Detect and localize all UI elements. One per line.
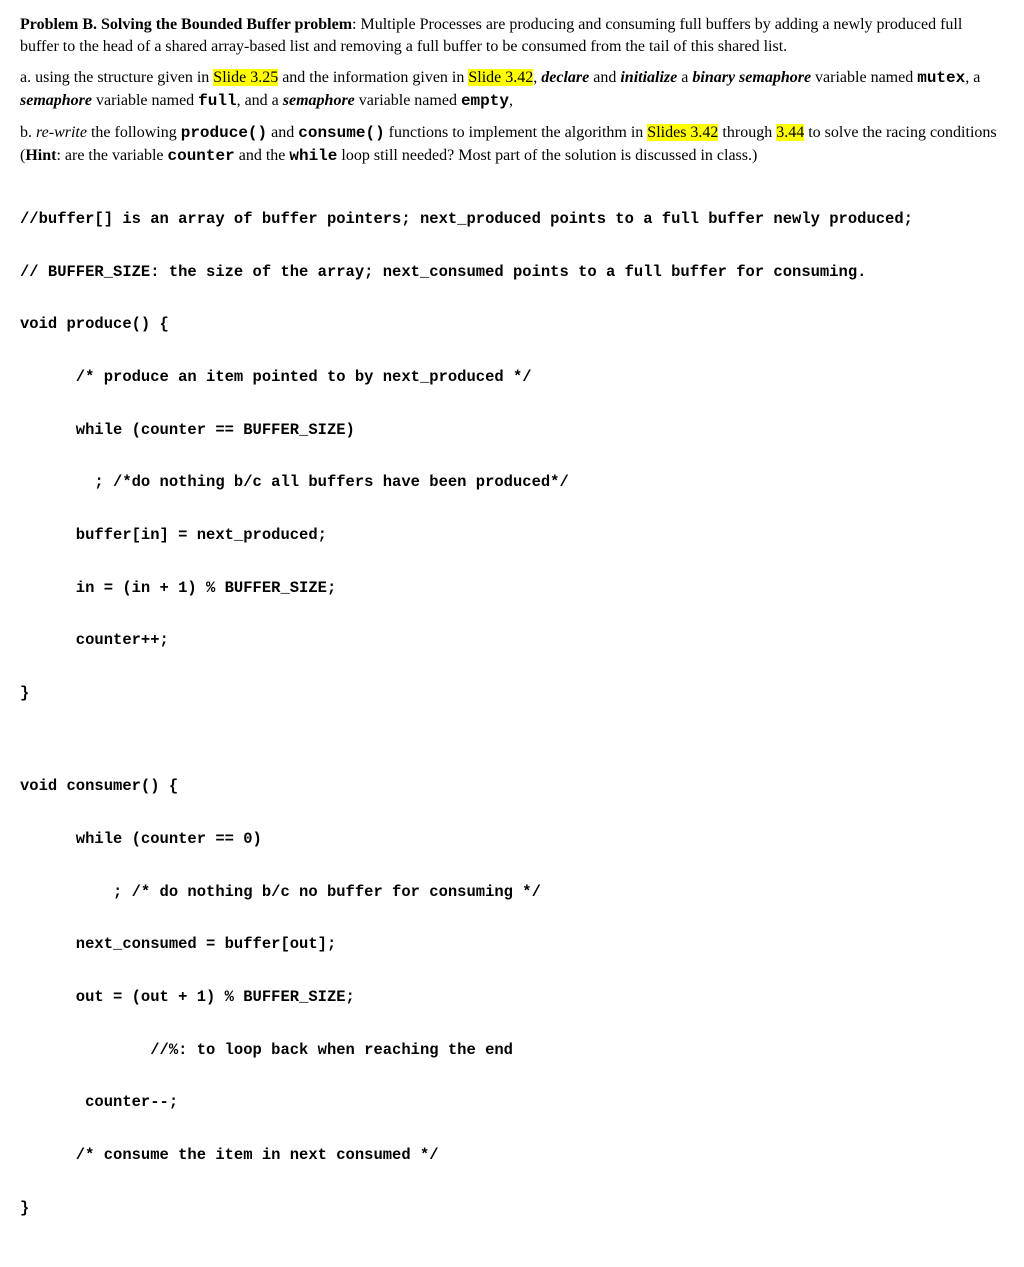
code-line: while (counter == 0) <box>20 826 1004 852</box>
text: functions to implement the algorithm in <box>385 124 648 141</box>
text: and the information given in <box>278 69 468 86</box>
code-line: //%: to loop back when reaching the end <box>20 1037 1004 1063</box>
kw-semaphore-2: semaphore <box>283 92 355 109</box>
kw-declare: declare <box>541 69 589 86</box>
text: variable named <box>811 69 917 86</box>
slide-ref-342b: Slides 3.42 <box>647 124 718 141</box>
text: , a <box>965 69 980 86</box>
text: variable named <box>355 92 461 109</box>
slide-ref-342: Slide 3.42 <box>468 69 533 86</box>
code-line: out = (out + 1) % BUFFER_SIZE; <box>20 984 1004 1010</box>
var-empty: empty <box>461 92 509 110</box>
code-line: void produce() { <box>20 311 1004 337</box>
code-line: counter--; <box>20 1089 1004 1115</box>
text: , <box>509 92 513 109</box>
kw-while: while <box>289 147 337 165</box>
text: loop still needed? Most part of the solu… <box>337 147 757 164</box>
text: and the <box>235 147 290 164</box>
code-line: } <box>20 1195 1004 1221</box>
text: a. using the structure given in <box>20 69 213 86</box>
slide-ref-325: Slide 3.25 <box>213 69 278 86</box>
kw-rewrite: re-write <box>36 124 87 141</box>
code-line: /* produce an item pointed to by next_pr… <box>20 364 1004 390</box>
code-line: while (counter == BUFFER_SIZE) <box>20 417 1004 443</box>
text: and <box>589 69 620 86</box>
code-line: ; /*do nothing b/c all buffers have been… <box>20 469 1004 495</box>
code-line: next_consumed = buffer[out]; <box>20 931 1004 957</box>
text: : are the variable <box>56 147 167 164</box>
kw-hint: Hint <box>25 147 56 164</box>
text: b. <box>20 124 36 141</box>
kw-semaphore-1: semaphore <box>20 92 92 109</box>
code-line: } <box>20 680 1004 706</box>
var-counter: counter <box>168 147 235 165</box>
code-line: void consumer() { <box>20 773 1004 799</box>
text: through <box>718 124 776 141</box>
part-a: a. using the structure given in Slide 3.… <box>20 67 1004 112</box>
kw-initialize: initialize <box>620 69 677 86</box>
text: a <box>677 69 692 86</box>
fn-consume: consume() <box>298 124 384 142</box>
var-full: full <box>198 92 236 110</box>
code-line: /* consume the item in next consumed */ <box>20 1142 1004 1168</box>
slide-ref-344: 3.44 <box>776 124 804 141</box>
code-line: in = (in + 1) % BUFFER_SIZE; <box>20 575 1004 601</box>
text: and <box>267 124 298 141</box>
part-b: b. re-write the following produce() and … <box>20 122 1004 167</box>
code-line: ; /* do nothing b/c no buffer for consum… <box>20 879 1004 905</box>
code-block: //buffer[] is an array of buffer pointer… <box>20 180 1004 1248</box>
kw-binary-semaphore: binary semaphore <box>692 69 811 86</box>
text: variable named <box>92 92 198 109</box>
code-line: //buffer[] is an array of buffer pointer… <box>20 206 1004 232</box>
code-line: counter++; <box>20 627 1004 653</box>
problem-intro: Problem B. Solving the Bounded Buffer pr… <box>20 14 1004 57</box>
blank-line <box>20 733 1004 747</box>
code-line: buffer[in] = next_produced; <box>20 522 1004 548</box>
fn-produce: produce() <box>181 124 267 142</box>
var-mutex: mutex <box>917 69 965 87</box>
code-line: // BUFFER_SIZE: the size of the array; n… <box>20 259 1004 285</box>
text: the following <box>87 124 181 141</box>
problem-label: Problem B. Solving the Bounded Buffer pr… <box>20 16 352 33</box>
text: , and a <box>237 92 283 109</box>
